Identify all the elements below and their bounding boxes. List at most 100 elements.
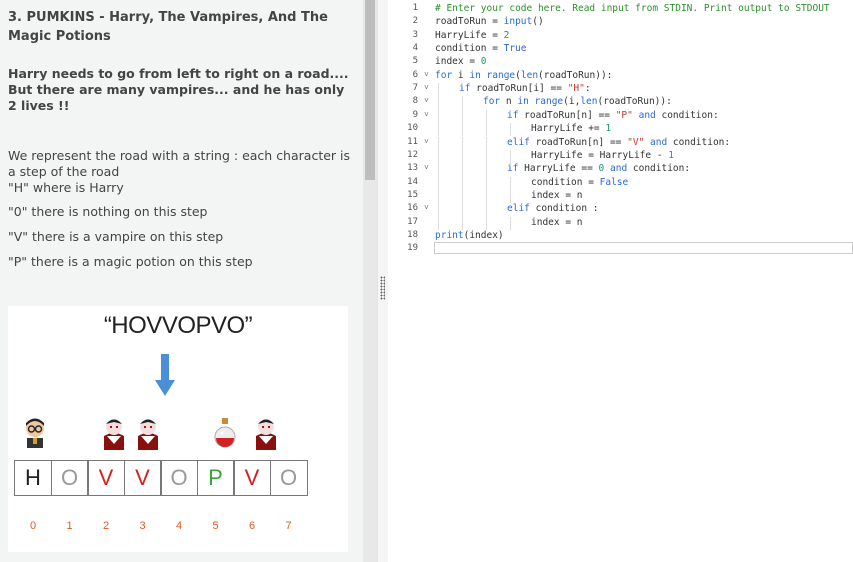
vampire-icon (138, 419, 158, 450)
road-cell: V (233, 460, 271, 496)
road-cell: P (196, 460, 235, 496)
road-cell: V (87, 460, 125, 496)
code-line[interactable]: 2 roadToRun = input() (388, 16, 853, 29)
down-arrow-icon (155, 354, 175, 396)
road-index-label: 6 (248, 520, 256, 532)
indent-guide (510, 216, 511, 230)
code-line[interactable]: 1 # Enter your code here. Read input from… (388, 3, 853, 16)
fold-chevron-icon[interactable]: ˅ (424, 96, 429, 106)
code-line[interactable]: 5 index = 0 (388, 56, 853, 69)
code-text: if roadToRun[n] == "P" and condition: (507, 109, 719, 121)
fold-chevron-icon[interactable]: ˅ (424, 163, 429, 173)
road-string: “HOVVOPVO” (103, 312, 253, 339)
indent-guide (462, 149, 463, 164)
code-text: for n in range(i,len(roadToRun)): (483, 96, 672, 108)
code-line[interactable]: 10 HarryLife += 1 (388, 123, 853, 136)
code-text: condition = False (531, 176, 629, 188)
code-line[interactable]: 17 index = n (388, 217, 853, 230)
code-text: index = n (531, 189, 583, 201)
problem-scrollbar-thumb[interactable] (365, 0, 375, 180)
code-text: if HarryLife == 0 and condition: (507, 163, 691, 175)
code-line[interactable]: 8 ˅ for n in range(i,len(roadToRun)): (388, 96, 853, 109)
road-index-label: 2 (102, 520, 110, 532)
represent-text: We represent the road with a string : ea… (8, 148, 351, 179)
indent-guide (486, 203, 487, 217)
v-line: "V" there is a vampire on this step (8, 229, 224, 244)
code-line[interactable]: 12 HarryLife = HarryLife - 1 (388, 150, 853, 163)
fold-chevron-icon[interactable]: ˅ (424, 203, 429, 213)
code-text: HarryLife = HarryLife - 1 (531, 149, 675, 161)
road-index-label: 4 (175, 520, 183, 532)
indent-guide (510, 176, 511, 190)
indent-guide (510, 189, 511, 204)
indent-guide (438, 176, 439, 190)
code-line[interactable]: 11 ˅ elif roadToRun[n] == "V" and conditio… (388, 137, 853, 150)
code-line[interactable]: 6 ˅ for i in range(len(roadToRun)): (388, 70, 853, 83)
indent-guide (438, 149, 439, 164)
indent-guide (486, 149, 487, 164)
vampire-icon (104, 419, 124, 450)
line-number: 14 (407, 176, 418, 187)
indent-guide (486, 123, 487, 137)
o-line: "0" there is nothing on this step (8, 204, 208, 219)
code-line[interactable]: 13 ˅ if HarryLife == 0 and condition: (388, 163, 853, 176)
code-text: roadToRun = input() (435, 16, 544, 28)
road-cells: HOVVOPVO (14, 460, 308, 496)
code-text: print(index) (435, 229, 504, 241)
indent-guide (438, 136, 439, 150)
code-line[interactable]: 14 condition = False (388, 177, 853, 190)
line-number: 6 (412, 69, 418, 80)
indent-guide (462, 189, 463, 204)
indent-guide (486, 163, 487, 177)
code-text: if roadToRun[i] == "H": (459, 83, 591, 95)
code-line[interactable]: 16 ˅ elif condition : (388, 203, 853, 216)
fold-chevron-icon[interactable]: ˅ (424, 70, 429, 80)
active-line-highlight (434, 242, 853, 254)
fold-chevron-icon[interactable]: ˅ (424, 110, 429, 120)
code-line[interactable]: 7 ˅ if roadToRun[i] == "H": (388, 83, 853, 96)
line-number: 1 (412, 3, 418, 13)
potion-icon (214, 418, 236, 448)
splitter-grip-icon[interactable] (380, 276, 385, 300)
code-line[interactable]: 15 index = n (388, 190, 853, 203)
line-number: 16 (407, 203, 418, 214)
road-index-label: 7 (285, 520, 292, 532)
fold-chevron-icon[interactable]: ˅ (424, 83, 429, 93)
harry-icon (26, 418, 44, 448)
indent-guide (486, 109, 487, 124)
indent-guide (438, 216, 439, 230)
code-line[interactable]: 3 HarryLife = 2 (388, 30, 853, 43)
code-text: HarryLife += 1 (531, 123, 612, 135)
intro-text: Harry needs to go from left to right on … (8, 66, 349, 113)
fold-chevron-icon[interactable]: ˅ (424, 137, 429, 147)
indent-guide (438, 96, 439, 110)
line-number: 17 (407, 216, 418, 227)
code-editor[interactable]: 1 # Enter your code here. Read input from… (388, 0, 853, 562)
h-line: "H" where is Harry (8, 180, 124, 195)
line-number: 5 (412, 56, 418, 67)
code-text: condition = True (435, 43, 527, 55)
code-text: elif condition : (507, 203, 599, 215)
code-text: index = n (531, 216, 583, 228)
code-line[interactable]: 9 ˅ if roadToRun[n] == "P" and condition: (388, 110, 853, 123)
code-text: for i in range(len(roadToRun)): (435, 69, 613, 81)
road-cell: H (14, 460, 52, 496)
line-number: 12 (407, 149, 418, 160)
p-line: "P" there is a magic potion on this step (8, 254, 253, 269)
indent-guide (486, 176, 487, 190)
indent-guide (486, 136, 487, 150)
line-number: 10 (407, 123, 418, 134)
code-text: HarryLife = 2 (435, 29, 510, 41)
road-figure: “HOVVOPVO” H O V V O P V O 0 1 2 3 4 5 6… (8, 306, 348, 552)
line-number: 3 (412, 29, 418, 40)
problem-title: 3. PUMKINS - Harry, The Vampires, And Th… (8, 10, 328, 44)
road-cell: O (269, 460, 308, 496)
road-index-label: 5 (212, 520, 219, 532)
road-index-label: 3 (139, 520, 146, 532)
indent-guide (486, 216, 487, 230)
line-number: 11 (407, 136, 418, 147)
indent-guide (462, 216, 463, 230)
indent-guide (438, 203, 439, 217)
code-line[interactable]: 4 condition = True (388, 43, 853, 56)
line-number: 19 (407, 243, 418, 254)
